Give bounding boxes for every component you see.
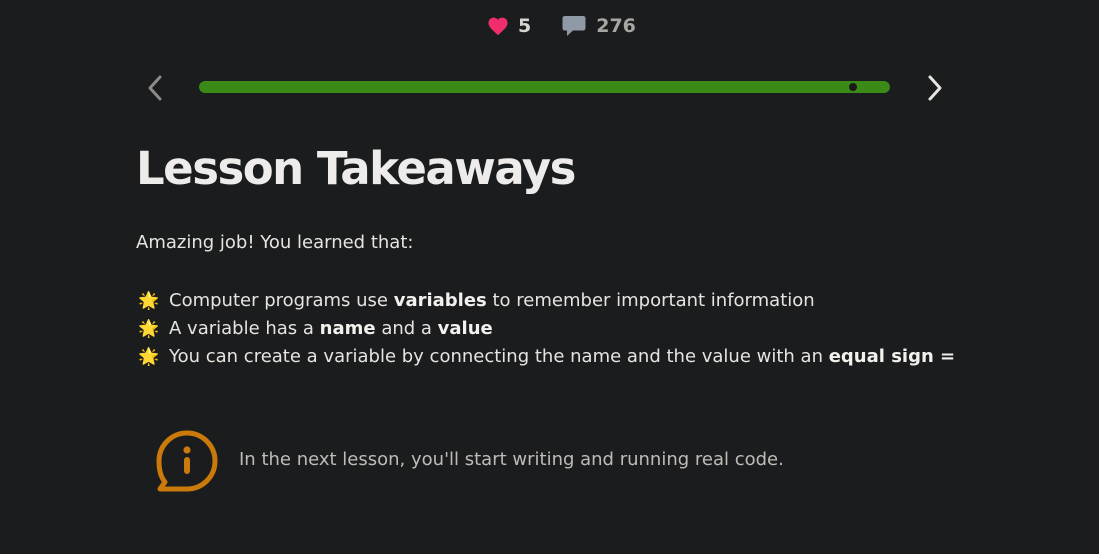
takeaway-text: Computer programs use variables to remem…: [169, 290, 815, 311]
takeaway-item: 🌟 You can create a variable by connectin…: [136, 343, 955, 371]
sun-icon: 🌟: [138, 347, 160, 367]
likes-button[interactable]: 5: [487, 15, 531, 37]
chevron-right-icon: [928, 75, 942, 101]
takeaway-text: A variable has a name and a value: [169, 318, 493, 339]
info-chat-icon: [154, 429, 220, 495]
likes-count: 5: [518, 15, 532, 37]
page-title: Lesson Takeaways: [136, 142, 576, 195]
comments-button[interactable]: 276: [561, 14, 636, 38]
takeaway-item: 🌟 Computer programs use variables to rem…: [136, 287, 955, 315]
takeaways-list: 🌟 Computer programs use variables to rem…: [136, 287, 955, 371]
takeaway-text: You can create a variable by connecting …: [169, 346, 956, 367]
progress-position-marker: [849, 83, 857, 91]
lesson-intro: Amazing job! You learned that:: [136, 232, 414, 253]
progress-fill: [199, 81, 890, 93]
callout-text: In the next lesson, you'll start writing…: [239, 449, 784, 470]
comment-icon: [561, 14, 587, 38]
lesson-stats: 5 276: [487, 14, 636, 38]
sun-icon: 🌟: [138, 319, 160, 339]
heart-icon: [487, 16, 509, 36]
next-button[interactable]: [920, 72, 950, 104]
takeaway-item: 🌟 A variable has a name and a value: [136, 315, 955, 343]
comments-count: 276: [596, 15, 636, 37]
progress-bar: [199, 81, 890, 93]
lesson-page: 5 276 Lesson Takeaways Amazing job! You …: [0, 0, 1099, 554]
sun-icon: 🌟: [138, 291, 160, 311]
previous-button[interactable]: [140, 72, 170, 104]
chevron-left-icon: [148, 75, 162, 101]
